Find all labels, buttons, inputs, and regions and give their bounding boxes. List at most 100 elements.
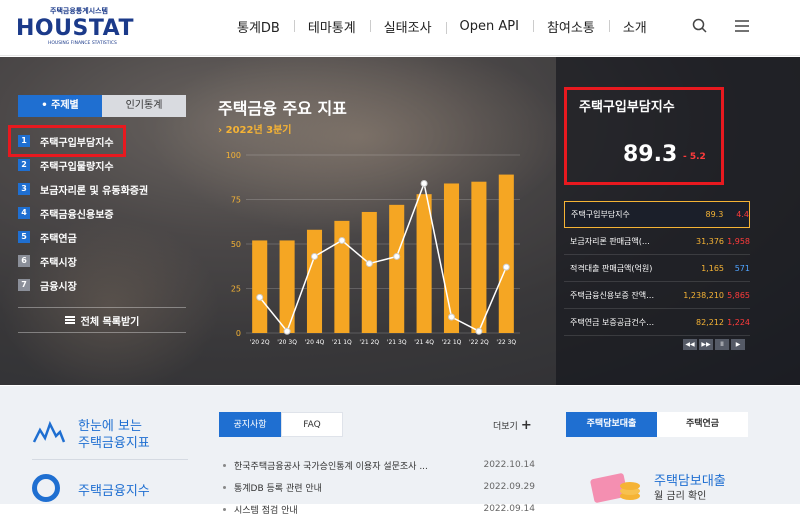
featured-indicator-box[interactable]: 주택구입부담지수 89.3 - 5.2 xyxy=(564,87,724,185)
category-item[interactable]: 6 주택시장 xyxy=(18,249,188,273)
category-label: 주택연금 xyxy=(40,233,77,245)
nav-open-api[interactable]: Open API xyxy=(445,19,533,34)
indicator-change: 1,958 xyxy=(727,236,750,246)
indicator-row[interactable]: 주택금융신용보증 잔액… 1,238,210 5,865 xyxy=(564,282,750,309)
bar xyxy=(306,229,323,333)
full-list-label: 전체 목록받기 xyxy=(80,316,140,328)
category-label: 주택시장 xyxy=(40,257,77,269)
search-icon[interactable] xyxy=(690,16,710,36)
circle-chart-icon xyxy=(32,474,60,502)
y-tick-label: 75 xyxy=(231,196,241,205)
bar xyxy=(471,181,487,333)
nav-theme-stats[interactable]: 테마통계 xyxy=(293,17,370,36)
play-button[interactable]: ▶ xyxy=(731,339,745,350)
bullet-icon xyxy=(223,507,226,511)
line-point xyxy=(256,293,264,301)
notice-date: 2022.09.14 xyxy=(483,504,535,514)
indicator-pager: ◀◀ ▶▶ II ▶ xyxy=(683,339,745,350)
notice-item[interactable]: 한국주택금융공사 국가승인통계 이용자 설문조사 ... 2022.10.14 xyxy=(223,454,535,476)
notice-item[interactable]: 시스템 점검 안내 2022.09.14 xyxy=(223,498,535,520)
bullet-icon xyxy=(223,463,226,467)
tab-by-topic[interactable]: • 주제별 xyxy=(18,95,102,117)
notice-item[interactable]: 통계DB 등록 관련 안내 2022.09.29 xyxy=(223,476,535,498)
hamburger-menu-icon[interactable] xyxy=(733,16,751,36)
logo-tagline: HOUSING FINANCE STATISTICS xyxy=(48,41,117,46)
tab-faq[interactable]: FAQ xyxy=(281,412,343,437)
category-tabs: • 주제별 인기통계 xyxy=(18,95,186,117)
line-point xyxy=(448,313,455,321)
y-tick-label: 100 xyxy=(226,151,241,160)
chart-period-text: 2022년 3분기 xyxy=(225,125,292,136)
bar xyxy=(443,183,460,333)
notice-list: 한국주택금융공사 국가승인통계 이용자 설문조사 ... 2022.10.14 통… xyxy=(223,454,535,520)
y-tick-label: 25 xyxy=(231,285,241,294)
notice-title: 통계DB 등록 관련 안내 xyxy=(234,483,322,494)
bullet-icon xyxy=(223,485,226,489)
nav-stats-db[interactable]: 통계DB xyxy=(232,17,294,36)
category-label: 보금자리론 및 유동화증권 xyxy=(40,185,149,197)
logo-wordmark: HOUSTAT xyxy=(16,16,134,41)
indicator-row[interactable]: 적격대출 판매금액(억원) 1,165 571 xyxy=(564,255,750,282)
indicator-change: 5,865 xyxy=(727,290,750,300)
category-number: 7 xyxy=(18,279,30,291)
nav-participation[interactable]: 참여소통 xyxy=(532,17,609,36)
main-nav: 통계DB 테마통계 실태조사 Open API 참여소통 소개 xyxy=(232,16,661,36)
category-item[interactable]: 7 금융시장 xyxy=(18,273,188,297)
loan-tabs: 주택담보대출 주택연금 xyxy=(566,412,748,437)
indicator-row[interactable]: 주택연금 보증공급건수… 82,212 1,224 xyxy=(564,309,750,336)
chart-period: › 2022년 3분기 xyxy=(218,125,292,136)
coin-card-icon xyxy=(590,473,640,503)
category-number: 2 xyxy=(18,159,30,171)
bar xyxy=(498,174,514,333)
line-point xyxy=(502,263,510,271)
notice-title: 한국주택금융공사 국가승인통계 이용자 설문조사 ... xyxy=(234,461,428,472)
indicator-value: 89.3 xyxy=(705,210,724,219)
tab-popular[interactable]: 인기통계 xyxy=(102,95,186,117)
line-point xyxy=(311,252,318,260)
category-item[interactable]: 4 주택금융신용보증 xyxy=(18,201,188,225)
line-point xyxy=(365,260,373,268)
x-tick-label: '21 4Q xyxy=(414,339,434,346)
quick-link-index-label: 주택금융지수 xyxy=(78,484,150,499)
first-page-button[interactable]: ◀◀ xyxy=(683,339,697,350)
x-tick-label: '20 4Q xyxy=(305,339,325,346)
category-item[interactable]: 2 주택구입물량지수 xyxy=(18,153,188,177)
indicator-name: 주택구입부담지수 xyxy=(571,210,630,219)
line-point xyxy=(393,252,401,260)
pause-button[interactable]: II xyxy=(715,339,729,350)
tab-notices[interactable]: 공지사항 xyxy=(219,412,281,437)
category-label: 주택구입물량지수 xyxy=(40,161,114,173)
indicator-name: 주택연금 보증공급건수… xyxy=(570,317,655,327)
bar xyxy=(252,240,268,333)
indicator-row[interactable]: 주택구입부담지수 89.3 4.4 xyxy=(564,201,750,228)
nav-survey[interactable]: 실태조사 xyxy=(369,17,446,36)
x-tick-label: '21 2Q xyxy=(359,339,379,346)
x-tick-label: '22 1Q xyxy=(442,339,462,346)
full-list-download-button[interactable]: 전체 목록받기 xyxy=(18,307,186,333)
plus-icon: + xyxy=(520,418,532,433)
notice-date: 2022.10.14 xyxy=(483,460,535,470)
quick-link-overview[interactable]: 한눈에 보는 주택금융지표 xyxy=(32,416,188,460)
tab-mortgage[interactable]: 주택담보대출 xyxy=(566,412,657,437)
loan-subtitle: 월 금리 확인 xyxy=(654,491,707,502)
category-number: 3 xyxy=(18,183,30,195)
more-link[interactable]: 더보기 + xyxy=(493,418,532,433)
indicator-list: 주택구입부담지수 89.3 4.4 보금자리론 판매금액(… 31,376 1,958 … xyxy=(564,201,750,336)
tab-reverse-mortgage[interactable]: 주택연금 xyxy=(657,412,748,437)
last-page-button[interactable]: ▶▶ xyxy=(699,339,713,350)
indicator-row[interactable]: 보금자리론 판매금액(… 31,376 1,958 xyxy=(564,228,750,255)
featured-indicator-change: - 5.2 xyxy=(683,152,706,162)
category-item[interactable]: 1 주택구입부담지수 xyxy=(8,125,126,157)
houstat-logo[interactable]: 주택금융통계시스템 HOUSTAT HOUSING FINANCE STATIS… xyxy=(14,6,133,50)
indicator-name: 보금자리론 판매금액(… xyxy=(570,236,650,246)
quick-link-line1: 한눈에 보는 xyxy=(78,419,142,434)
nav-about[interactable]: 소개 xyxy=(608,17,661,36)
more-label: 더보기 xyxy=(493,422,518,432)
category-label: 주택금융신용보증 xyxy=(40,209,114,221)
notice-date: 2022.09.29 xyxy=(483,482,535,492)
category-item[interactable]: 3 보금자리론 및 유동화증권 xyxy=(18,177,188,201)
category-item[interactable]: 5 주택연금 xyxy=(18,225,188,249)
bottom-section: 한눈에 보는 주택금융지표 주택금융지수 공지사항 FAQ 더보기 + 한국주택금융… xyxy=(0,386,800,516)
bar xyxy=(416,194,432,333)
chart-wave-icon xyxy=(32,420,66,443)
